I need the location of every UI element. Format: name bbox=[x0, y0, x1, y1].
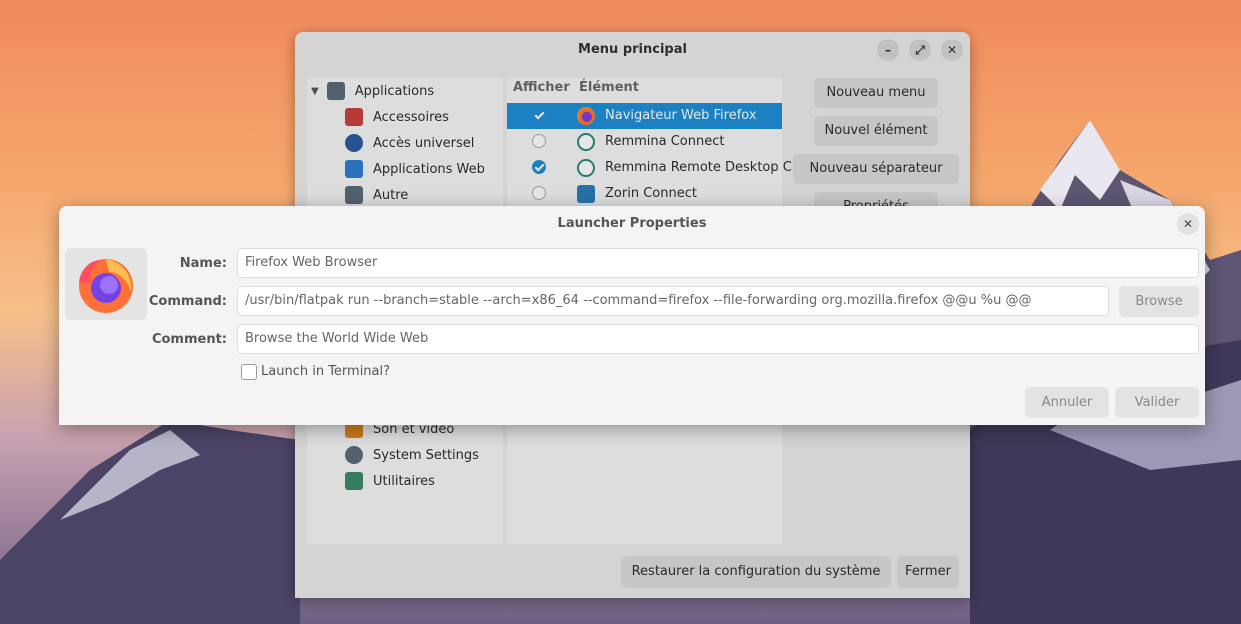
command-label: Command: bbox=[148, 294, 227, 309]
new-item-button[interactable]: Nouvel élément bbox=[814, 116, 938, 146]
new-separator-button[interactable]: Nouveau séparateur bbox=[793, 154, 959, 184]
maximize-button[interactable]: ⤢ bbox=[909, 39, 931, 61]
item-label: Remmina Remote Desktop C bbox=[605, 160, 792, 175]
list-item[interactable]: Remmina Connect bbox=[507, 129, 782, 155]
tree-item-label: Applications Web bbox=[373, 161, 485, 177]
gear-icon bbox=[345, 446, 363, 464]
ok-button[interactable]: Valider bbox=[1115, 387, 1199, 418]
dialog-title: Launcher Properties bbox=[557, 216, 707, 231]
titlebar: Menu principal – ⤢ ✕ bbox=[295, 32, 970, 66]
new-menu-button[interactable]: Nouveau menu bbox=[814, 78, 938, 108]
close-button[interactable]: ✕ bbox=[941, 39, 963, 61]
zorin-connect-icon bbox=[577, 185, 595, 203]
accessibility-icon bbox=[345, 134, 363, 152]
tree-item-label: Accès universel bbox=[373, 135, 475, 151]
comment-label: Comment: bbox=[151, 332, 227, 347]
tree-item-utilitaires[interactable]: Utilitaires bbox=[345, 468, 435, 494]
gear-icon bbox=[326, 82, 345, 100]
expander-icon[interactable]: ▼ bbox=[311, 86, 319, 97]
tree-item-applications[interactable]: ▼ Applications bbox=[311, 78, 434, 104]
tree-item-autre[interactable]: Autre bbox=[345, 182, 408, 208]
launch-in-terminal-label[interactable]: Launch in Terminal? bbox=[261, 364, 390, 379]
show-checkbox[interactable] bbox=[532, 108, 546, 122]
tree-item-acces-universel[interactable]: Accès universel bbox=[345, 130, 474, 156]
tree-item-label: Accessoires bbox=[373, 109, 449, 125]
column-header-show[interactable]: Afficher bbox=[513, 80, 570, 95]
command-field[interactable]: /usr/bin/flatpak run --branch=stable --a… bbox=[237, 286, 1109, 316]
firefox-icon bbox=[577, 107, 595, 125]
cancel-button[interactable]: Annuler bbox=[1025, 387, 1109, 418]
toolbox-icon bbox=[345, 108, 363, 126]
close-icon[interactable]: ✕ bbox=[1177, 213, 1199, 235]
launch-in-terminal-checkbox[interactable] bbox=[241, 364, 257, 380]
window-title: Menu principal bbox=[578, 42, 687, 57]
remmina-icon bbox=[577, 133, 595, 151]
tree-item-label: Applications bbox=[354, 83, 435, 99]
list-item[interactable]: Remmina Remote Desktop C bbox=[507, 155, 792, 181]
remmina-icon bbox=[577, 159, 595, 177]
item-label: Navigateur Web Firefox bbox=[605, 108, 757, 123]
item-label: Remmina Connect bbox=[605, 134, 725, 149]
name-field[interactable]: Firefox Web Browser bbox=[237, 248, 1199, 278]
tree-item-label: Autre bbox=[373, 187, 409, 203]
gear-icon bbox=[345, 186, 363, 204]
cloud-icon bbox=[345, 160, 363, 178]
tree-item-label: Utilitaires bbox=[373, 473, 435, 489]
item-label: Zorin Connect bbox=[605, 186, 697, 201]
list-item[interactable]: Navigateur Web Firefox bbox=[507, 103, 782, 129]
tree-item-accessoires[interactable]: Accessoires bbox=[345, 104, 449, 130]
close-window-button[interactable]: Fermer bbox=[897, 556, 959, 588]
column-header-element[interactable]: Élément bbox=[579, 80, 639, 95]
comment-field[interactable]: Browse the World Wide Web bbox=[237, 324, 1199, 354]
show-checkbox[interactable] bbox=[532, 186, 546, 200]
utilities-icon bbox=[345, 472, 363, 490]
minimize-button[interactable]: – bbox=[877, 39, 899, 61]
show-checkbox[interactable] bbox=[532, 160, 546, 174]
restore-system-config-button[interactable]: Restaurer la configuration du système bbox=[621, 556, 891, 588]
tree-item-system-settings[interactable]: System Settings bbox=[345, 442, 479, 468]
tree-item-label: System Settings bbox=[373, 447, 479, 463]
show-checkbox[interactable] bbox=[532, 134, 546, 148]
launcher-properties-dialog: Launcher Properties ✕ Name: Firefox Web … bbox=[59, 206, 1205, 425]
browse-button[interactable]: Browse bbox=[1119, 286, 1199, 317]
tree-item-applications-web[interactable]: Applications Web bbox=[345, 156, 485, 182]
list-item[interactable]: Zorin Connect bbox=[507, 181, 782, 207]
name-label: Name: bbox=[179, 256, 227, 271]
